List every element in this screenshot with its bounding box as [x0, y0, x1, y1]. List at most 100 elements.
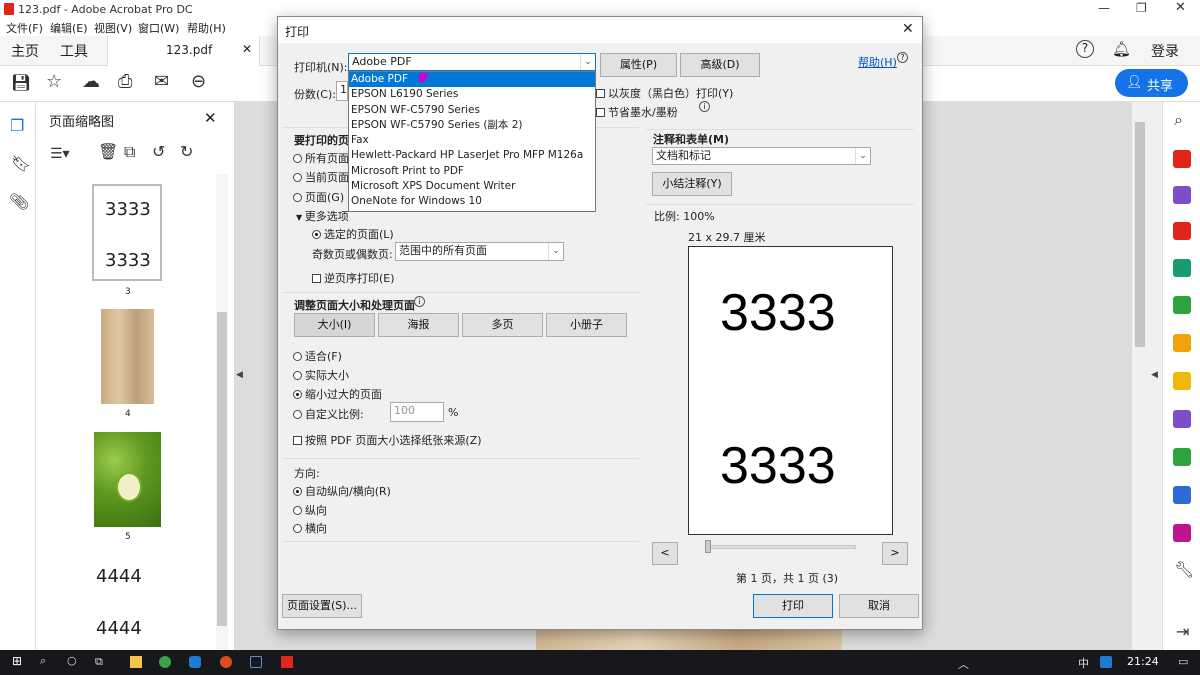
windows-start-icon[interactable]: ⊞ — [12, 654, 22, 668]
printer-option[interactable]: Microsoft Print to PDF — [349, 164, 595, 179]
taskbar-acrobat-icon[interactable] — [281, 656, 293, 668]
document-scrollbar[interactable] — [1132, 102, 1148, 650]
taskbar-search-icon[interactable]: ⌕ — [40, 654, 46, 668]
pages-all-radio[interactable]: 所有页面 — [293, 150, 349, 166]
menu-window[interactable]: 窗口(W) — [138, 20, 179, 36]
export-pdf-icon[interactable] — [1173, 259, 1191, 277]
save-ink-checkbox[interactable]: 节省墨水/墨粉 — [596, 104, 678, 120]
star-icon[interactable]: ☆ — [46, 73, 62, 91]
notification-icon[interactable]: ▭ — [1178, 655, 1188, 668]
thumbnail-page-4[interactable] — [101, 309, 154, 404]
taskbar-app-icon[interactable] — [220, 656, 232, 668]
printer-option[interactable]: OneNote for Windows 10 — [349, 194, 595, 209]
info-icon[interactable]: i — [699, 101, 710, 112]
booklet-button[interactable]: 小册子 — [546, 313, 627, 337]
print-button[interactable]: 打印 — [753, 594, 833, 618]
rotate-right-icon[interactable]: ↻ — [180, 144, 193, 160]
help-link[interactable]: 帮助(H) — [858, 54, 897, 70]
tray-expand-icon[interactable]: ︿ — [958, 656, 969, 672]
task-switch-icon[interactable]: ⧉ — [95, 655, 103, 669]
cloud-upload-icon[interactable]: ☁ — [82, 73, 100, 91]
save-icon[interactable]: 💾︎ — [11, 75, 31, 91]
input-method[interactable]: 中 — [1078, 655, 1089, 671]
edit-pdf-icon[interactable] — [1173, 296, 1191, 314]
restore-icon[interactable]: ❐ — [1136, 1, 1147, 15]
menu-view[interactable]: 视图(V) — [94, 20, 132, 36]
mail-icon[interactable]: ✉ — [154, 73, 169, 91]
search-icon[interactable]: ⌕ — [1174, 112, 1183, 128]
rotate-left-icon[interactable]: ↺ — [152, 144, 165, 160]
organize-pages-icon[interactable] — [1173, 222, 1191, 240]
file-explorer-icon[interactable] — [130, 656, 142, 668]
page-thumbnails-icon[interactable]: ❐ — [10, 118, 24, 134]
page-slider[interactable] — [705, 540, 856, 553]
taskbar-app-icon[interactable] — [250, 656, 262, 668]
comment-icon[interactable] — [1173, 372, 1191, 390]
multiple-button[interactable]: 多页 — [462, 313, 543, 337]
scrollbar-thumb[interactable] — [1135, 122, 1145, 347]
grayscale-checkbox[interactable]: 以灰度（黑白色）打印(Y) — [596, 85, 733, 101]
menu-help[interactable]: 帮助(H) — [187, 20, 226, 36]
share-button[interactable]: 👤︎ 共享 — [1115, 69, 1188, 97]
fit-radio[interactable]: 适合(F) — [293, 348, 342, 364]
collapse-right-icon[interactable]: ◀ — [1151, 370, 1158, 380]
odd-even-select[interactable]: 范围中的所有页面 ⌄ — [395, 242, 564, 261]
pages-range-radio[interactable]: 页面(G) — [293, 189, 344, 205]
comments-select[interactable]: 文档和标记 ⌄ — [652, 147, 871, 165]
printer-option[interactable]: EPSON WF-C5790 Series (副本 2) — [349, 118, 595, 133]
printer-select[interactable]: Adobe PDF ⌄ — [348, 53, 596, 71]
taskbar-app-icon[interactable] — [159, 656, 171, 668]
options-menu-icon[interactable]: ☰▾ — [50, 146, 70, 162]
menu-edit[interactable]: 编辑(E) — [50, 20, 88, 36]
fill-sign-icon[interactable] — [1173, 410, 1191, 428]
extract-pages-icon[interactable]: ⧉ — [124, 144, 135, 160]
print-production-icon[interactable] — [1173, 448, 1191, 466]
copies-input[interactable]: 1 — [336, 81, 348, 101]
clock[interactable]: 21:24 — [1127, 655, 1159, 668]
tab-tools[interactable]: 工具 — [60, 41, 88, 61]
printer-option[interactable]: EPSON L6190 Series — [349, 87, 595, 102]
thumbnail-page-5[interactable] — [94, 432, 161, 527]
prev-page-button[interactable]: < — [652, 542, 678, 565]
advanced-button[interactable]: 高级(D) — [680, 53, 760, 77]
protect-icon[interactable] — [1173, 486, 1191, 504]
page-slider-thumb[interactable] — [705, 540, 711, 553]
bell-icon[interactable]: 🔔︎ — [1112, 40, 1131, 58]
scrollbar-thumb[interactable] — [217, 312, 227, 626]
portrait-radio[interactable]: 纵向 — [293, 502, 327, 518]
more-tools-icon[interactable]: 🔧︎ — [1174, 562, 1194, 578]
print-icon[interactable]: ⎙ — [118, 73, 132, 91]
close-panel-icon[interactable]: ✕ — [204, 109, 217, 127]
delete-icon[interactable]: 🗑︎ — [98, 144, 118, 160]
help-info-icon[interactable]: ? — [897, 52, 908, 63]
printer-option[interactable]: EPSON WF-C5790 Series — [349, 103, 595, 118]
paper-source-checkbox[interactable]: 按照 PDF 页面大小选择纸张来源(Z) — [293, 432, 482, 448]
tab-document[interactable]: 123.pdf ✕ — [107, 36, 260, 66]
sign-in-link[interactable]: 登录 — [1151, 41, 1179, 61]
scan-icon[interactable] — [1173, 334, 1191, 352]
size-button[interactable]: 大小(I) — [294, 313, 375, 337]
printer-option[interactable]: Fax — [349, 133, 595, 148]
attachment-icon[interactable]: 📎︎ — [9, 194, 29, 210]
close-window-icon[interactable]: ✕ — [1175, 0, 1186, 15]
printer-option[interactable]: Microsoft XPS Document Writer — [349, 179, 595, 194]
cancel-button[interactable]: 取消 — [839, 594, 919, 618]
pages-current-radio[interactable]: 当前页面 — [293, 169, 349, 185]
reverse-checkbox[interactable]: 逆页序打印(E) — [312, 270, 395, 286]
tray-app-icon[interactable] — [1100, 656, 1112, 668]
collapse-left-icon[interactable]: ◀ — [236, 370, 243, 380]
dialog-close-icon[interactable]: ✕ — [902, 21, 914, 37]
poster-button[interactable]: 海报 — [378, 313, 459, 337]
minimize-icon[interactable]: — — [1098, 1, 1110, 15]
bookmark-icon[interactable]: 🔖︎ — [11, 156, 31, 172]
next-page-button[interactable]: > — [882, 542, 908, 565]
info-icon[interactable]: i — [414, 296, 425, 307]
printer-option[interactable]: Adobe PDF — [349, 72, 595, 88]
summarize-comments-button[interactable]: 小结注释(Y) — [652, 172, 732, 196]
auto-orient-radio[interactable]: 自动纵向/横向(R) — [293, 483, 391, 499]
zoom-icon[interactable]: ⊖ — [191, 73, 206, 91]
close-tab-icon[interactable]: ✕ — [242, 42, 252, 56]
landscape-radio[interactable]: 横向 — [293, 520, 327, 536]
thumbnail-page-6[interactable]: 4444 4444 — [94, 555, 160, 650]
taskbar-app-icon[interactable] — [189, 656, 201, 668]
